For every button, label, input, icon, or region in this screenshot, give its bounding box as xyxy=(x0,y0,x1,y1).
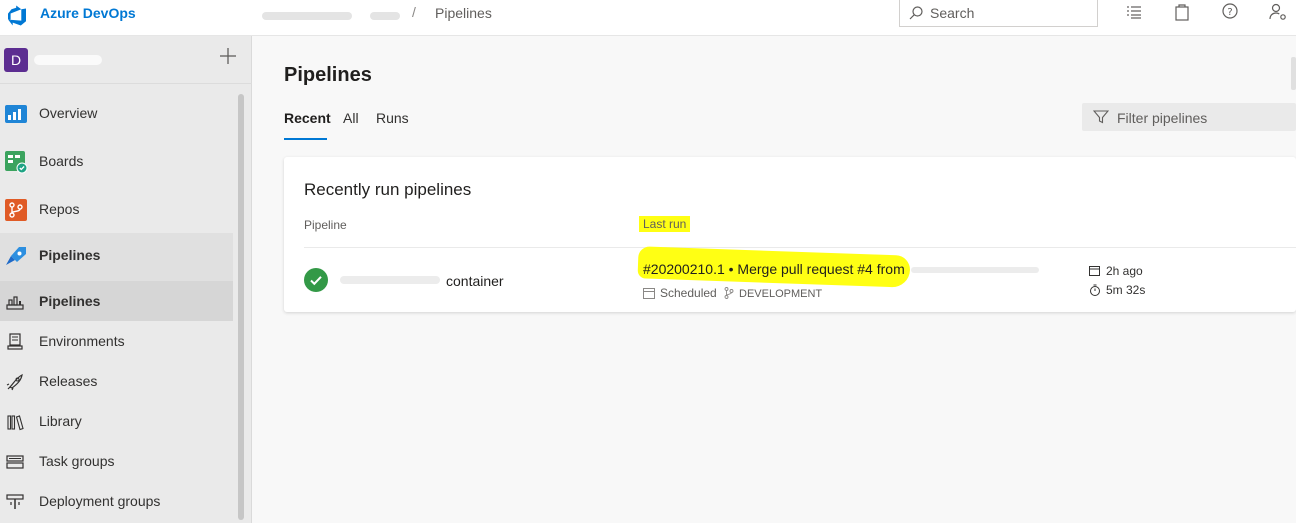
sidebar-item-label: Pipelines xyxy=(39,247,101,263)
sidebar-item-label: Library xyxy=(39,413,82,429)
search-icon xyxy=(909,6,923,20)
boards-icon xyxy=(5,151,28,174)
search-box[interactable] xyxy=(899,0,1098,27)
card-title: Recently run pipelines xyxy=(304,180,472,199)
deployment-groups-icon xyxy=(6,494,24,509)
help-icon[interactable]: ? xyxy=(1220,2,1240,22)
plus-icon[interactable] xyxy=(218,46,238,66)
pipelines-sub-icon xyxy=(6,296,24,310)
sidebar-item-label: Releases xyxy=(39,373,98,389)
project-avatar[interactable]: D xyxy=(4,48,28,72)
sidebar-item-pipelines-section[interactable]: Pipelines xyxy=(0,233,233,281)
breadcrumb-separator: / xyxy=(412,4,416,20)
azure-devops-logo-icon[interactable] xyxy=(6,4,28,26)
sidebar-item-library[interactable]: Library xyxy=(0,401,233,441)
run-title-redacted xyxy=(911,267,1039,273)
run-branch: DEVELOPMENT xyxy=(724,287,822,300)
run-duration-label: 5m 32s xyxy=(1106,283,1146,297)
project-header[interactable]: D xyxy=(0,36,252,84)
bag-icon[interactable] xyxy=(1172,2,1192,22)
pipelines-icon xyxy=(6,247,26,265)
page-title: Pipelines xyxy=(284,64,372,86)
search-input[interactable] xyxy=(930,3,1090,23)
top-bar: Azure DevOps / Pipelines ? xyxy=(0,0,1296,36)
sidebar-item-task-groups[interactable]: Task groups xyxy=(0,441,233,481)
overview-icon xyxy=(5,105,27,123)
tab-recent[interactable]: Recent xyxy=(284,110,331,126)
sidebar-item-repos[interactable]: Repos xyxy=(0,189,233,229)
sidebar-item-label: Task groups xyxy=(39,453,115,469)
column-header-pipeline: Pipeline xyxy=(304,218,347,232)
repos-icon xyxy=(5,199,27,221)
branch-icon xyxy=(724,287,734,299)
recent-pipelines-card: Recently run pipelines Pipeline Last run… xyxy=(284,157,1296,312)
task-groups-icon xyxy=(6,455,24,469)
breadcrumb-project-redacted xyxy=(370,12,400,20)
user-settings-icon[interactable] xyxy=(1268,2,1288,22)
run-trigger: Scheduled xyxy=(643,286,717,300)
filter-placeholder: Filter pipelines xyxy=(1117,110,1208,126)
sidebar-item-label: Deployment groups xyxy=(39,493,161,509)
pipeline-name[interactable]: container xyxy=(446,273,504,289)
success-check-icon xyxy=(304,268,328,292)
calendar-clock-icon xyxy=(1089,266,1100,276)
sidebar-item-overview[interactable]: Overview xyxy=(0,93,233,133)
run-title[interactable]: #20200210.1 • Merge pull request #4 from xyxy=(643,261,905,277)
tab-runs[interactable]: Runs xyxy=(376,110,409,126)
pipeline-name-redacted xyxy=(340,276,440,284)
svg-text:?: ? xyxy=(1227,7,1232,18)
brand-name[interactable]: Azure DevOps xyxy=(40,5,136,21)
sidebar-item-label: Boards xyxy=(39,153,84,169)
releases-icon xyxy=(6,373,23,391)
tab-all[interactable]: All xyxy=(343,110,359,126)
breadcrumb-org-redacted xyxy=(262,12,352,20)
run-branch-label: DEVELOPMENT xyxy=(739,288,823,300)
sidebar-item-label: Overview xyxy=(39,105,98,121)
filter-icon xyxy=(1093,110,1109,124)
sidebar-item-releases[interactable]: Releases xyxy=(0,361,233,401)
header-divider xyxy=(304,247,1296,248)
sidebar-scrollbar[interactable] xyxy=(238,94,244,520)
sidebar-item-label: Repos xyxy=(39,201,80,217)
run-trigger-label: Scheduled xyxy=(660,286,717,300)
environments-icon xyxy=(7,333,23,350)
sidebar-item-label: Pipelines xyxy=(39,293,101,309)
run-duration: 5m 32s xyxy=(1089,283,1145,297)
list-icon[interactable] xyxy=(1124,2,1144,22)
run-when-label: 2h ago xyxy=(1106,264,1143,278)
stopwatch-icon xyxy=(1090,284,1100,296)
sidebar-item-label: Environments xyxy=(39,333,125,349)
library-icon xyxy=(7,415,24,431)
sidebar: D Overview Boards Repos Pipelines Pipeli… xyxy=(0,36,252,523)
column-header-last-run: Last run xyxy=(639,216,691,232)
sidebar-item-boards[interactable]: Boards xyxy=(0,141,233,181)
run-when: 2h ago xyxy=(1089,264,1143,278)
breadcrumb-current[interactable]: Pipelines xyxy=(435,5,492,21)
sidebar-item-environments[interactable]: Environments xyxy=(0,321,233,361)
active-tab-indicator xyxy=(284,138,327,140)
main-scrollbar[interactable] xyxy=(1291,57,1296,90)
filter-pipelines-box[interactable]: Filter pipelines xyxy=(1082,103,1296,131)
sidebar-item-pipelines[interactable]: Pipelines xyxy=(0,281,233,321)
calendar-icon xyxy=(643,288,655,299)
sidebar-item-deployment-groups[interactable]: Deployment groups xyxy=(0,481,233,521)
project-name-redacted[interactable] xyxy=(34,55,102,65)
